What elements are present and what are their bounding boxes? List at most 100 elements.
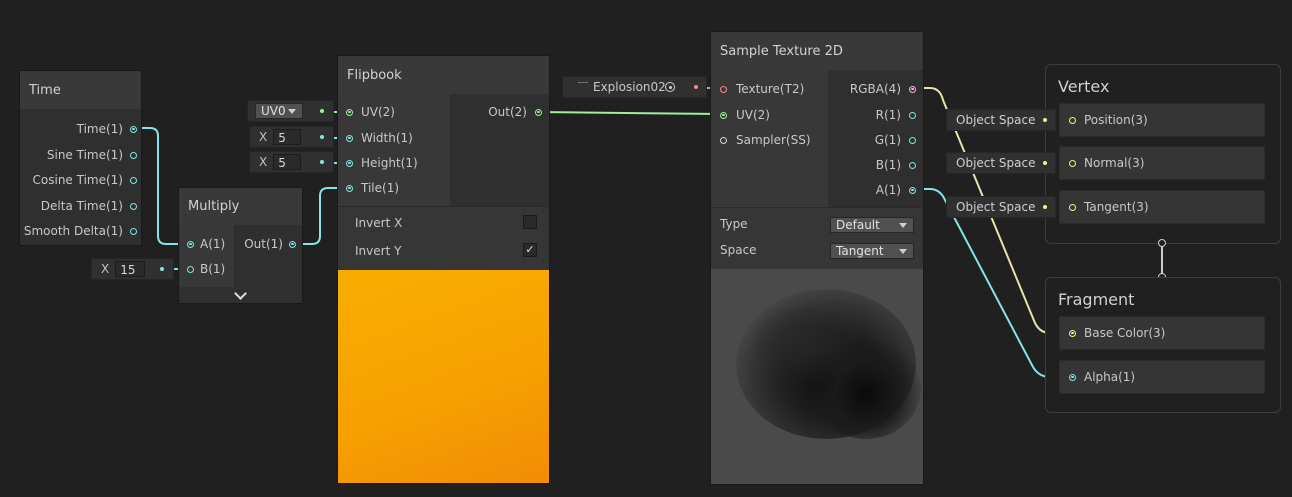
flipbook-input-tile[interactable]: Tile(1) (346, 179, 399, 197)
vertex-block-tangent[interactable]: Tangent(3) (1060, 191, 1264, 223)
flipbook-node[interactable]: Flipbook UV(2) Width(1) Height(1) Tile(1… (338, 56, 549, 483)
sample-output-rgba[interactable]: RGBA(4) (828, 80, 916, 98)
output-port-icon[interactable] (130, 125, 137, 133)
type-dropdown[interactable]: Default (830, 217, 914, 233)
texture-preview (711, 269, 923, 484)
sample-input-texture[interactable]: Texture(T2) (720, 80, 804, 98)
output-port-icon[interactable] (909, 85, 916, 93)
flipbook-height-field[interactable]: X 5 (250, 152, 333, 172)
input-port-icon[interactable] (346, 184, 353, 192)
multiply-input-a[interactable]: A(1) (187, 235, 225, 253)
normal-space-field[interactable]: Object Space (947, 153, 1055, 173)
fragment-block-base-color[interactable]: Base Color(3) (1060, 317, 1264, 349)
input-port-icon[interactable] (1069, 373, 1076, 381)
output-port-icon[interactable] (130, 176, 137, 184)
flipbook-uv-field[interactable]: UV0 (248, 101, 333, 121)
input-port-icon[interactable] (346, 159, 353, 167)
multiply-output-out[interactable]: Out(1) (234, 235, 296, 253)
output-port-icon[interactable] (909, 186, 916, 194)
output-port-icon[interactable] (535, 108, 542, 116)
input-port-icon[interactable] (187, 240, 194, 248)
sample-output-g[interactable]: G(1) (828, 131, 916, 149)
uv-channel-dropdown[interactable]: UV0 (255, 103, 303, 119)
texture-asset-field[interactable]: Explosion02 (563, 77, 706, 97)
sample-input-uv[interactable]: UV(2) (720, 106, 770, 124)
output-port-icon[interactable] (130, 151, 137, 159)
width-value-input[interactable]: 5 (273, 129, 302, 145)
input-port-icon[interactable] (1069, 329, 1076, 337)
flipbook-width-field[interactable]: X 5 (250, 127, 333, 147)
sample-input-sampler[interactable]: Sampler(SS) (720, 131, 811, 149)
input-port-icon[interactable] (346, 108, 353, 116)
wire-flipbook-to-uv (537, 111, 721, 115)
port-label: Tangent(3) (1084, 200, 1149, 214)
field-axis-label: X (101, 262, 110, 276)
output-port-icon[interactable] (909, 111, 916, 119)
input-port-icon[interactable] (720, 136, 727, 144)
type-label: Type (720, 217, 748, 231)
object-picker-dot-icon (668, 85, 672, 89)
flipbook-output-out[interactable]: Out(2) (450, 103, 542, 121)
vertex-flow-out-icon[interactable] (1158, 239, 1166, 247)
port-label: B(1) (200, 262, 226, 276)
port-label: Delta Time(1) (40, 199, 123, 213)
multiply-b-value-input[interactable]: 15 (115, 261, 146, 277)
tangent-space-field[interactable]: Object Space (947, 197, 1055, 217)
port-label: RGBA(4) (849, 82, 901, 96)
chevron-down-icon[interactable] (234, 287, 247, 300)
time-output-cosine[interactable]: Cosine Time(1) (20, 171, 137, 189)
vertex-block-normal[interactable]: Normal(3) (1060, 147, 1264, 179)
flipbook-input-width[interactable]: Width(1) (346, 129, 413, 147)
input-port-icon[interactable] (1069, 203, 1076, 211)
sample-output-b[interactable]: B(1) (828, 156, 916, 174)
space-dropdown[interactable]: Tangent (830, 243, 914, 259)
port-label: Smooth Delta(1) (23, 224, 123, 238)
sample-output-a[interactable]: A(1) (828, 181, 916, 199)
port-label: UV(2) (736, 108, 770, 122)
input-port-icon[interactable] (187, 265, 194, 273)
position-space-field[interactable]: Object Space (947, 110, 1055, 130)
field-connector-icon (1043, 118, 1047, 122)
invert-y-label: Invert Y (355, 244, 402, 258)
time-output-sine[interactable]: Sine Time(1) (20, 146, 137, 164)
port-label: R(1) (875, 108, 901, 122)
height-value-input[interactable]: 5 (273, 154, 302, 170)
time-output-smooth-delta[interactable]: Smooth Delta(1) (20, 222, 137, 240)
multiply-expand-bar[interactable] (179, 287, 302, 303)
multiply-node[interactable]: Multiply A(1) B(1) Out(1) (179, 188, 302, 303)
multiply-b-field[interactable]: X 15 (92, 259, 173, 279)
multiply-input-b[interactable]: B(1) (187, 260, 225, 278)
space-field-label: Object Space (956, 200, 1036, 214)
uv-channel-value: UV0 (261, 104, 286, 118)
invert-x-label: Invert X (355, 216, 403, 230)
input-port-icon[interactable] (1069, 159, 1076, 167)
input-port-icon[interactable] (1069, 116, 1076, 124)
output-port-icon[interactable] (909, 161, 916, 169)
sample-texture-2d-node[interactable]: Sample Texture 2D Texture(T2) UV(2) Samp… (711, 32, 923, 484)
sample-output-r[interactable]: R(1) (828, 106, 916, 124)
time-node-title: Time (20, 71, 141, 109)
time-node[interactable]: Time Time(1) Sine Time(1) Cosine Time(1)… (20, 71, 141, 245)
input-port-icon[interactable] (720, 85, 727, 93)
space-label: Space (720, 243, 757, 257)
time-output-time[interactable]: Time(1) (20, 120, 137, 138)
input-port-icon[interactable] (346, 134, 353, 142)
field-connector-icon (1043, 161, 1047, 165)
output-port-icon[interactable] (130, 202, 137, 210)
fragment-block-alpha[interactable]: Alpha(1) (1060, 361, 1264, 393)
invert-y-checkbox[interactable]: ✓ (523, 243, 537, 257)
flipbook-input-height[interactable]: Height(1) (346, 154, 418, 172)
output-port-icon[interactable] (909, 136, 916, 144)
vertex-block-position[interactable]: Position(3) (1060, 104, 1264, 136)
output-port-icon[interactable] (289, 240, 296, 248)
flipbook-input-uv[interactable]: UV(2) (346, 103, 395, 121)
field-axis-label: X (259, 155, 268, 169)
invert-x-checkbox[interactable] (523, 215, 537, 229)
time-output-delta[interactable]: Delta Time(1) (20, 197, 137, 215)
field-axis-label: X (259, 130, 268, 144)
port-label: G(1) (874, 133, 901, 147)
input-port-icon[interactable] (720, 111, 727, 119)
port-label: Alpha(1) (1084, 370, 1136, 384)
port-label: Texture(T2) (736, 82, 805, 96)
output-port-icon[interactable] (130, 227, 137, 235)
